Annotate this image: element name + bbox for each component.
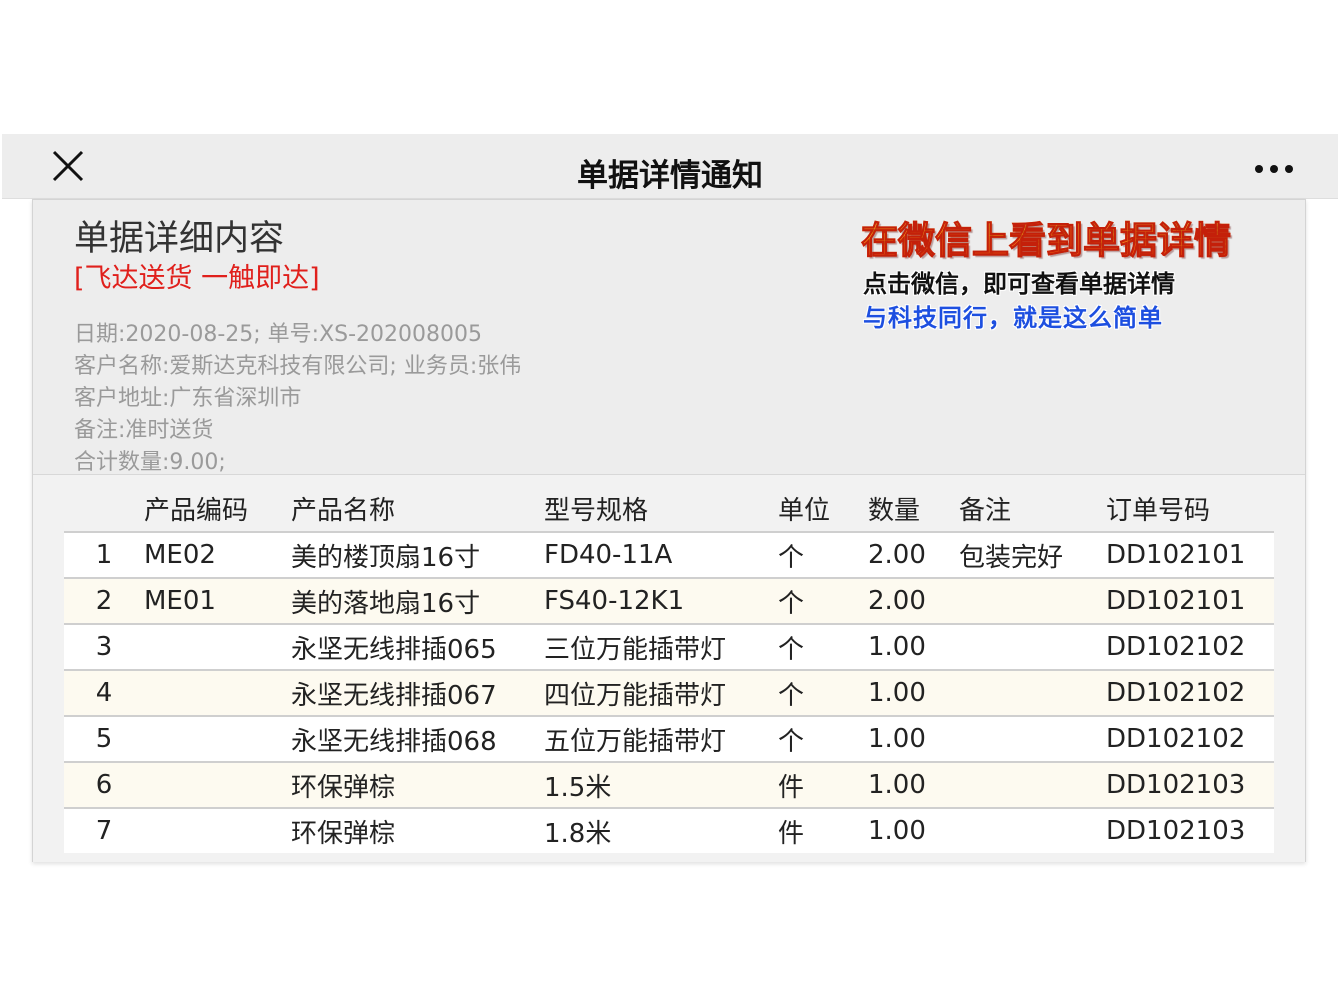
- cell-product-code: ME01: [144, 578, 291, 625]
- cell-product-code: [144, 624, 291, 671]
- cell-product-code: ME02: [144, 532, 291, 579]
- info-remark: 备注:准时送货: [74, 418, 214, 443]
- table-row: 5 永坚无线排插068 五位万能插带灯 个 1.00 DD102102: [64, 716, 1274, 763]
- cell-model-spec: FS40-12K1: [544, 578, 778, 625]
- table-row: 7 环保弹棕 1.8米 件 1.00 DD102103: [64, 808, 1274, 853]
- cell-product-name: 美的楼顶扇16寸: [291, 532, 544, 579]
- promo-line-1: 点击微信，即可查看单据详情: [863, 270, 1175, 298]
- cell-product-name: 永坚无线排插067: [291, 670, 544, 717]
- info-date-number: 日期:2020-08-25; 单号:XS-202008005: [74, 322, 483, 347]
- items-table-area: 产品编码 产品名称 型号规格 单位 数量 备注 订单号码 1 ME02 美的楼顶…: [33, 474, 1305, 862]
- cell-product-name: 美的落地扇16寸: [291, 578, 544, 625]
- card-title: 单据详细内容: [74, 219, 285, 259]
- cell-remark: 包装完好: [959, 532, 1106, 579]
- cell-unit: 个: [778, 578, 868, 625]
- header-unit: 单位: [778, 485, 868, 533]
- top-bar: 单据详情通知: [2, 134, 1338, 199]
- cell-remark: [959, 578, 1106, 625]
- cell-remark: [959, 670, 1106, 717]
- cell-remark: [959, 762, 1106, 809]
- cell-model-spec: 五位万能插带灯: [544, 716, 778, 763]
- header-quantity: 数量: [868, 485, 959, 533]
- more-dots-icon: [1255, 165, 1293, 173]
- cell-quantity: 1.00: [868, 716, 959, 763]
- cell-quantity: 1.00: [868, 762, 959, 809]
- cell-product-code: [144, 808, 291, 853]
- cell-product-code: [144, 670, 291, 717]
- table-row: 4 永坚无线排插067 四位万能插带灯 个 1.00 DD102102: [64, 670, 1274, 717]
- header-model-spec: 型号规格: [544, 485, 778, 533]
- cell-product-code: [144, 762, 291, 809]
- cell-quantity: 2.00: [868, 532, 959, 579]
- cell-index: 4: [64, 670, 144, 717]
- info-total-quantity: 合计数量:9.00;: [74, 450, 226, 475]
- cell-product-name: 环保弹棕: [291, 762, 544, 809]
- promo-headline: 在微信上看到单据详情: [861, 210, 1232, 264]
- cell-unit: 个: [778, 670, 868, 717]
- cell-index: 1: [64, 532, 144, 579]
- cell-unit: 个: [778, 532, 868, 579]
- cell-order-number: DD102102: [1106, 670, 1274, 717]
- cell-model-spec: 三位万能插带灯: [544, 624, 778, 671]
- cell-order-number: DD102101: [1106, 578, 1274, 625]
- table-row: 6 环保弹棕 1.5米 件 1.00 DD102103: [64, 762, 1274, 809]
- slogan-text: [飞达送货 一触即达]: [74, 263, 320, 294]
- cell-unit: 件: [778, 808, 868, 853]
- cell-order-number: DD102102: [1106, 624, 1274, 671]
- table-header-row: 产品编码 产品名称 型号规格 单位 数量 备注 订单号码: [64, 485, 1274, 533]
- cell-product-name: 环保弹棕: [291, 808, 544, 853]
- cell-order-number: DD102103: [1106, 762, 1274, 809]
- cell-model-spec: 1.8米: [544, 808, 778, 853]
- table-row: 1 ME02 美的楼顶扇16寸 FD40-11A 个 2.00 包装完好 DD1…: [64, 532, 1274, 579]
- cell-remark: [959, 716, 1106, 763]
- cell-order-number: DD102103: [1106, 808, 1274, 853]
- header-order-number: 订单号码: [1106, 485, 1274, 533]
- info-customer: 客户名称:爱斯达克科技有限公司; 业务员:张伟: [74, 354, 522, 379]
- cell-unit: 件: [778, 762, 868, 809]
- cell-index: 2: [64, 578, 144, 625]
- detail-card: 单据详细内容 [飞达送货 一触即达] 日期:2020-08-25; 单号:XS-…: [32, 199, 1306, 862]
- table-row: 2 ME01 美的落地扇16寸 FS40-12K1 个 2.00 DD10210…: [64, 578, 1274, 625]
- cell-product-name: 永坚无线排插068: [291, 716, 544, 763]
- items-table: 产品编码 产品名称 型号规格 单位 数量 备注 订单号码 1 ME02 美的楼顶…: [64, 485, 1274, 853]
- cell-model-spec: FD40-11A: [544, 532, 778, 579]
- page-title: 单据详情通知: [577, 158, 763, 194]
- info-address: 客户地址:广东省深圳市: [74, 386, 302, 411]
- cell-unit: 个: [778, 716, 868, 763]
- header-product-code: 产品编码: [144, 485, 291, 533]
- cell-remark: [959, 624, 1106, 671]
- cell-model-spec: 1.5米: [544, 762, 778, 809]
- cell-unit: 个: [778, 624, 868, 671]
- cell-quantity: 1.00: [868, 624, 959, 671]
- cell-order-number: DD102101: [1106, 532, 1274, 579]
- cell-order-number: DD102102: [1106, 716, 1274, 763]
- header-remark: 备注: [959, 485, 1106, 533]
- cell-index: 6: [64, 762, 144, 809]
- cell-quantity: 2.00: [868, 578, 959, 625]
- cell-quantity: 1.00: [868, 808, 959, 853]
- header-index: [64, 485, 144, 533]
- promo-line-2: 与科技同行，就是这么简单: [863, 304, 1163, 332]
- cell-index: 3: [64, 624, 144, 671]
- cell-product-code: [144, 716, 291, 763]
- cell-index: 5: [64, 716, 144, 763]
- cell-index: 7: [64, 808, 144, 853]
- header-product-name: 产品名称: [291, 485, 544, 533]
- cell-quantity: 1.00: [868, 670, 959, 717]
- more-button[interactable]: [1252, 160, 1296, 173]
- cell-remark: [959, 808, 1106, 853]
- cell-product-name: 永坚无线排插065: [291, 624, 544, 671]
- cell-model-spec: 四位万能插带灯: [544, 670, 778, 717]
- table-row: 3 永坚无线排插065 三位万能插带灯 个 1.00 DD102102: [64, 624, 1274, 671]
